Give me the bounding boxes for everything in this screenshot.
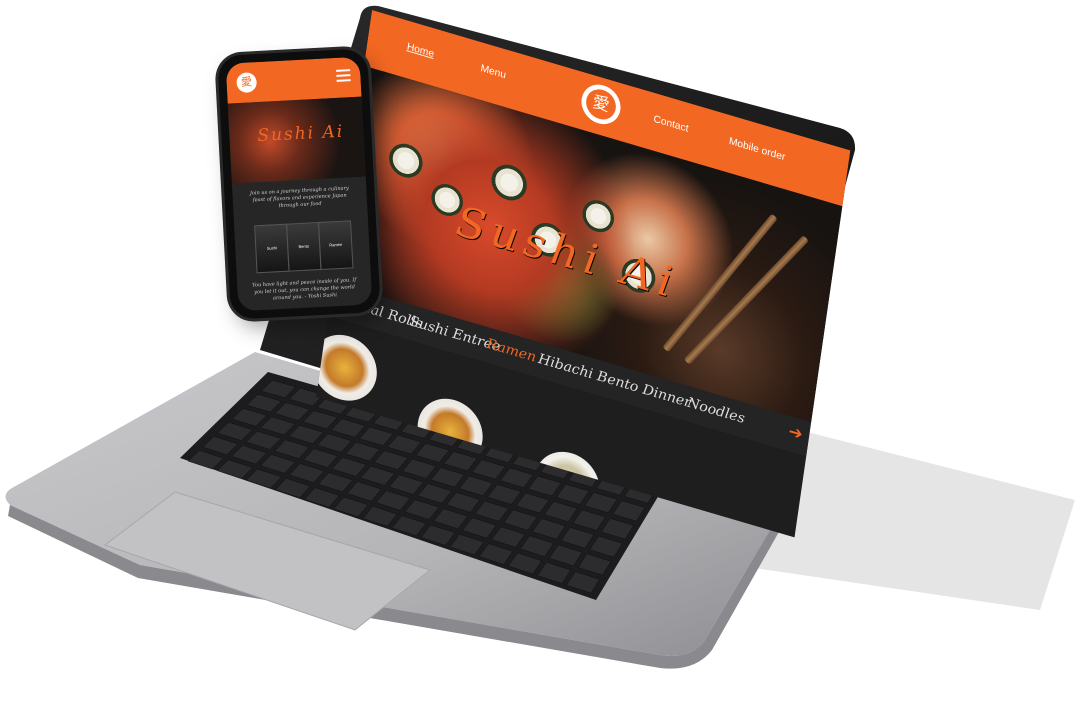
nav-menu-link[interactable]: Menu bbox=[480, 63, 507, 81]
dish-image bbox=[316, 326, 382, 409]
keyboard-key bbox=[391, 515, 427, 537]
keyboard-key bbox=[275, 478, 311, 498]
keyboard-key bbox=[331, 457, 367, 477]
keyboard-key bbox=[245, 468, 282, 489]
phone-device: 愛 Sushi Ai Join us on a journey through … bbox=[217, 48, 381, 320]
keyboard-key bbox=[612, 500, 646, 522]
keyboard-key bbox=[548, 544, 583, 567]
keyboard-key bbox=[556, 484, 590, 505]
keyboard-key bbox=[449, 534, 485, 556]
site-logo[interactable]: 愛 bbox=[578, 79, 624, 129]
nav-contact-link[interactable]: Contact bbox=[653, 114, 689, 135]
keyboard-key bbox=[430, 467, 465, 488]
keyboard-key bbox=[532, 518, 566, 540]
keyboard-key bbox=[246, 394, 282, 413]
keyboard-key bbox=[433, 508, 468, 530]
keyboard-key bbox=[508, 552, 543, 575]
keyboard-key bbox=[499, 467, 534, 488]
keyboard-key bbox=[274, 402, 310, 421]
keyboard-key bbox=[358, 426, 394, 446]
keyboard-key bbox=[566, 571, 600, 594]
keyboard-key bbox=[373, 450, 409, 470]
keyboard-key bbox=[537, 562, 571, 584]
keyboard-key bbox=[345, 441, 381, 462]
keyboard-key bbox=[231, 408, 268, 427]
nav-mobile-order-link[interactable]: Mobile order bbox=[728, 136, 786, 163]
keyboard-key bbox=[231, 445, 268, 465]
hero-title: Sushi Ai bbox=[453, 195, 681, 309]
keyboard-key bbox=[404, 499, 440, 520]
nav-home-link[interactable]: Home bbox=[406, 41, 435, 60]
card-label: Ramen bbox=[329, 241, 343, 248]
keyboard-key bbox=[245, 430, 282, 450]
keyboard-key bbox=[362, 506, 398, 527]
keyboard-key bbox=[515, 492, 550, 514]
keyboard-key bbox=[462, 517, 497, 539]
phone-card-ramen[interactable]: Ramen bbox=[318, 220, 354, 270]
keyboard-key bbox=[375, 490, 411, 511]
keyboard-key bbox=[346, 481, 382, 502]
keyboard-key bbox=[260, 416, 296, 436]
keyboard-key bbox=[302, 410, 338, 430]
keyboard-key bbox=[491, 526, 526, 548]
keyboard-key bbox=[560, 527, 595, 549]
card-label: Sushi bbox=[266, 245, 277, 251]
keyboard-key bbox=[330, 418, 366, 438]
keyboard-key bbox=[420, 524, 456, 546]
keyboard-key bbox=[260, 454, 296, 474]
keyboard-key bbox=[417, 483, 452, 504]
card-label: Bento bbox=[298, 243, 310, 250]
hamburger-icon[interactable] bbox=[336, 69, 351, 82]
keyboard-key bbox=[487, 484, 522, 505]
keyboard-key bbox=[217, 422, 253, 441]
keyboard-key bbox=[360, 465, 396, 486]
phone-intro-text: Join us on a journey through a culinary … bbox=[249, 185, 349, 210]
keyboard-key bbox=[288, 425, 324, 444]
keyboard-key bbox=[544, 501, 578, 523]
keyboard-key bbox=[202, 436, 239, 456]
keyboard-key bbox=[302, 448, 339, 468]
keyboard-key bbox=[387, 434, 422, 455]
keyboard-key bbox=[600, 518, 634, 540]
keyboard-key bbox=[388, 474, 424, 495]
keyboard-key bbox=[528, 475, 562, 497]
phone-screen: 愛 Sushi Ai Join us on a journey through … bbox=[225, 56, 373, 312]
keyboard-key bbox=[304, 487, 340, 508]
keyboard-key bbox=[572, 509, 606, 531]
phone-quote-text: You have light and peace inside of you. … bbox=[251, 277, 357, 302]
keyboard-key bbox=[471, 459, 506, 480]
keyboard-key bbox=[260, 380, 297, 399]
keyboard-key bbox=[415, 443, 450, 463]
keyboard-key bbox=[478, 543, 514, 565]
keyboard-key bbox=[520, 535, 554, 557]
phone-card-sushi[interactable]: Sushi bbox=[254, 223, 290, 274]
keyboard-key bbox=[289, 463, 325, 483]
keyboard-key bbox=[274, 439, 310, 459]
keyboard-key bbox=[443, 451, 478, 472]
keyboard-key bbox=[589, 535, 623, 558]
keyboard-key bbox=[317, 472, 354, 493]
keyboard-key bbox=[503, 509, 538, 531]
phone-navbar: 愛 bbox=[225, 56, 362, 104]
keyboard-key bbox=[216, 459, 253, 479]
phone-logo[interactable]: 愛 bbox=[236, 72, 258, 94]
keyboard-key bbox=[187, 450, 224, 470]
phone-card-bento[interactable]: Bento bbox=[286, 222, 322, 272]
keyboard-key bbox=[458, 475, 493, 497]
category-ramen[interactable]: Ramen bbox=[486, 335, 537, 366]
arrow-right-icon[interactable]: ➔ bbox=[787, 422, 804, 445]
logo-glyph: 愛 bbox=[584, 85, 618, 124]
keyboard-key bbox=[402, 458, 437, 479]
keyboard-key bbox=[584, 492, 618, 514]
keyboard-key bbox=[446, 492, 481, 513]
keyboard-key bbox=[333, 496, 369, 518]
keyboard-key bbox=[577, 553, 612, 576]
keyboard-key bbox=[474, 500, 509, 522]
keyboard-key bbox=[316, 433, 352, 453]
